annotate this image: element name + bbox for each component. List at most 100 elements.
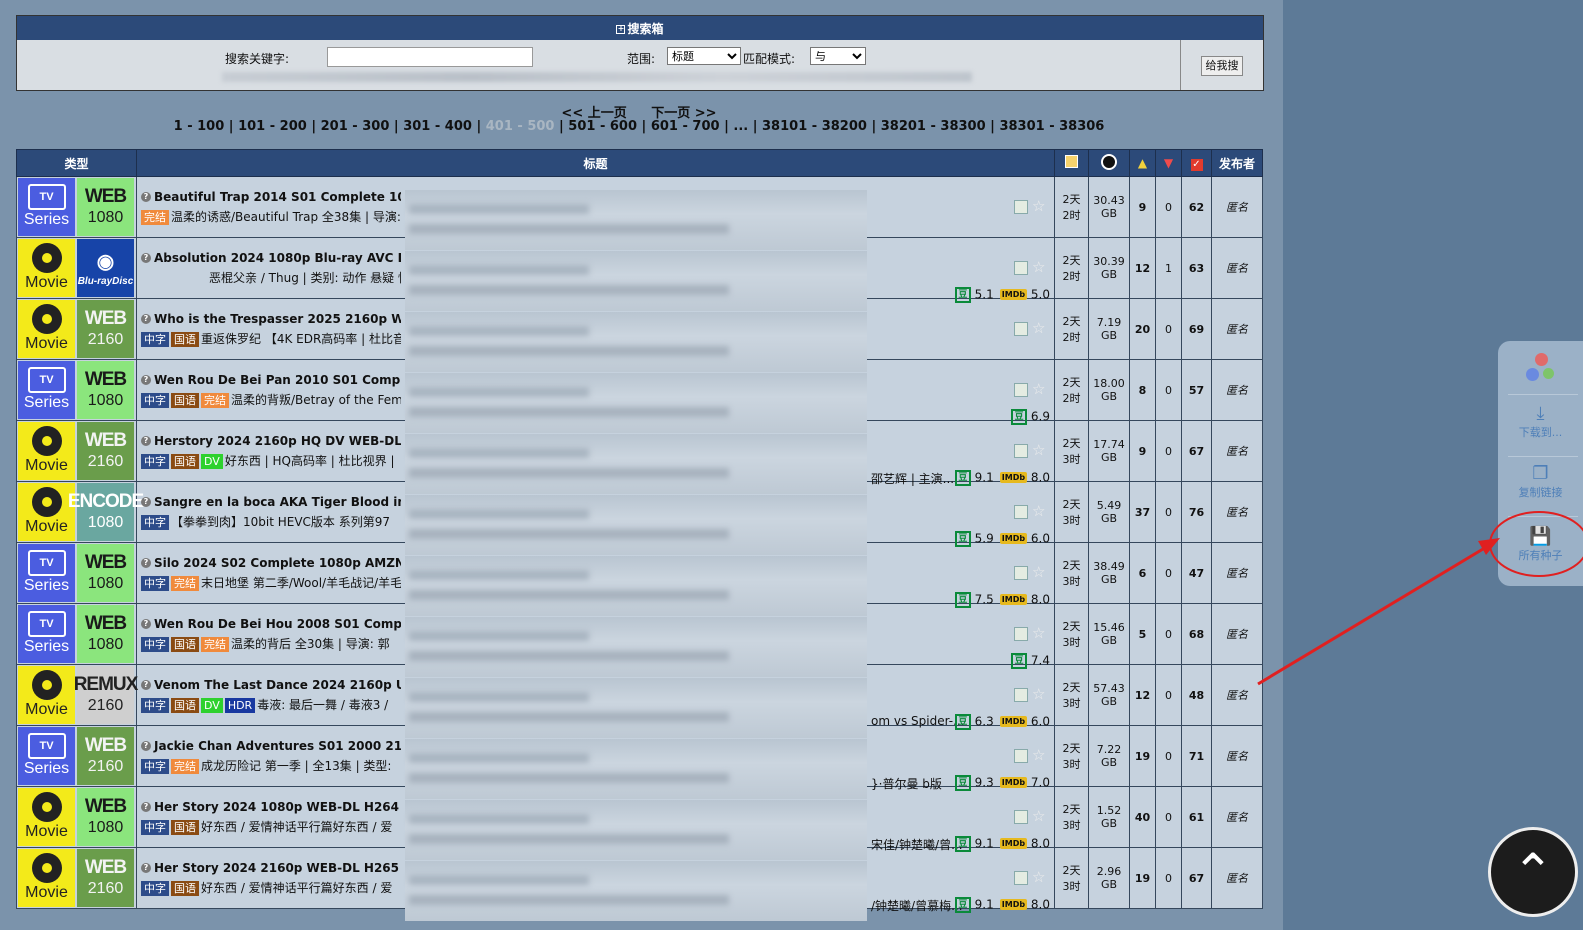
search-button[interactable]: 给我搜 xyxy=(1201,56,1243,76)
info-icon[interactable]: ? xyxy=(141,253,151,263)
leechers-cell[interactable]: 0 xyxy=(1155,481,1182,543)
movie-icon[interactable]: Movie xyxy=(18,849,75,907)
star-icon[interactable]: ☆ xyxy=(1032,868,1045,886)
torrent-title-link[interactable]: Wen Rou De Bei Hou 2008 S01 Complete 1 xyxy=(154,617,401,631)
completed-cell[interactable]: 76 xyxy=(1181,481,1212,543)
douban-icon[interactable]: 豆 xyxy=(954,713,971,730)
seeders-cell[interactable]: 20 xyxy=(1129,298,1156,360)
completed-cell[interactable]: 62 xyxy=(1181,176,1212,238)
page-link[interactable]: 38301 - 38306 xyxy=(999,119,1104,134)
header-time[interactable] xyxy=(1054,149,1089,177)
header-leechers[interactable]: ▼ xyxy=(1155,149,1182,177)
imdb-icon[interactable]: IMDb xyxy=(999,838,1028,849)
seeders-cell[interactable]: 40 xyxy=(1129,786,1156,848)
imdb-icon[interactable]: IMDb xyxy=(999,533,1028,544)
movie-icon[interactable]: Movie xyxy=(18,422,75,480)
copy-link-button[interactable]: ❐ 复制链接 xyxy=(1498,463,1583,500)
seeders-cell[interactable]: 9 xyxy=(1129,176,1156,238)
douban-icon[interactable]: 豆 xyxy=(1011,652,1028,669)
download-icon[interactable] xyxy=(1014,443,1028,458)
movie-icon[interactable]: Movie xyxy=(18,666,75,724)
imdb-icon[interactable]: IMDb xyxy=(999,472,1028,483)
completed-cell[interactable]: 61 xyxy=(1181,786,1212,848)
seeders-cell[interactable]: 5 xyxy=(1129,603,1156,665)
download-icon[interactable] xyxy=(1014,748,1028,763)
info-icon[interactable]: ? xyxy=(141,436,151,446)
leechers-cell[interactable]: 0 xyxy=(1155,847,1182,909)
info-icon[interactable]: ? xyxy=(141,375,151,385)
torrent-title-link[interactable]: Silo 2024 S02 Complete 1080p AMZN WEB xyxy=(154,556,401,570)
star-icon[interactable]: ☆ xyxy=(1032,197,1045,215)
completed-cell[interactable]: 47 xyxy=(1181,542,1212,604)
download-to-button[interactable]: ⤓ 下载到... xyxy=(1498,403,1583,440)
star-icon[interactable]: ☆ xyxy=(1032,685,1045,703)
page-link[interactable]: 1 - 100 xyxy=(174,119,225,134)
download-icon[interactable] xyxy=(1014,199,1028,214)
movie-icon[interactable]: Movie xyxy=(18,300,75,358)
header-completed[interactable]: ✓ xyxy=(1181,149,1212,177)
leechers-cell[interactable]: 0 xyxy=(1155,542,1182,604)
info-icon[interactable]: ? xyxy=(141,192,151,202)
imdb-icon[interactable]: IMDb xyxy=(999,777,1028,788)
leechers-cell[interactable]: 0 xyxy=(1155,420,1182,482)
seeders-cell[interactable]: 12 xyxy=(1129,664,1156,726)
torrent-title-link[interactable]: Venom The Last Dance 2024 2160p UHD B xyxy=(154,678,401,692)
tv-series-icon[interactable]: TV Series xyxy=(18,178,75,236)
torrent-title-link[interactable]: Who is the Trespasser 2025 2160p WEB-D xyxy=(154,312,401,326)
download-icon[interactable] xyxy=(1014,626,1028,641)
leechers-cell[interactable]: 1 xyxy=(1155,237,1182,299)
page-link[interactable]: 301 - 400 xyxy=(403,119,472,134)
page-link[interactable]: 501 - 600 xyxy=(568,119,637,134)
imdb-icon[interactable]: IMDb xyxy=(999,289,1028,300)
torrent-title-link[interactable]: Her Story 2024 1080p WEB-DL H264 AAC- xyxy=(154,800,401,814)
tv-series-icon[interactable]: TV Series xyxy=(18,727,75,785)
douban-icon[interactable]: 豆 xyxy=(954,774,971,791)
completed-cell[interactable]: 63 xyxy=(1181,237,1212,299)
star-icon[interactable]: ☆ xyxy=(1032,624,1045,642)
torrent-title-link[interactable]: Jackie Chan Adventures S01 2000 2160p W xyxy=(154,739,401,753)
header-size[interactable] xyxy=(1088,149,1130,177)
completed-cell[interactable]: 48 xyxy=(1181,664,1212,726)
torrent-title-link[interactable]: Sangre en la boca AKA Tiger Blood in the… xyxy=(154,495,401,509)
completed-cell[interactable]: 71 xyxy=(1181,725,1212,787)
match-select[interactable]: 与 xyxy=(810,47,866,65)
header-title[interactable]: 标题 xyxy=(136,149,1055,177)
torrent-title-link[interactable]: Herstory 2024 2160p HQ DV WEB-DL HEV xyxy=(154,434,401,448)
torrent-title-link[interactable]: Beautiful Trap 2014 S01 Complete 1080p xyxy=(154,190,401,204)
header-seeders[interactable]: ▲ xyxy=(1129,149,1156,177)
completed-cell[interactable]: 67 xyxy=(1181,420,1212,482)
completed-cell[interactable]: 69 xyxy=(1181,298,1212,360)
leechers-cell[interactable]: 0 xyxy=(1155,603,1182,665)
douban-icon[interactable]: 豆 xyxy=(954,835,971,852)
download-icon[interactable] xyxy=(1014,565,1028,580)
page-link[interactable]: 601 - 700 xyxy=(651,119,720,134)
download-icon[interactable] xyxy=(1014,321,1028,336)
douban-icon[interactable]: 豆 xyxy=(954,896,971,913)
leechers-cell[interactable]: 0 xyxy=(1155,786,1182,848)
header-publisher[interactable]: 发布者 xyxy=(1211,149,1263,177)
scroll-to-top-button[interactable]: ⌃ xyxy=(1488,827,1578,917)
info-icon[interactable]: ? xyxy=(141,802,151,812)
movie-icon[interactable]: Movie xyxy=(18,788,75,846)
douban-icon[interactable]: 豆 xyxy=(954,530,971,547)
page-link[interactable]: 401 - 500 xyxy=(486,119,555,134)
completed-cell[interactable]: 68 xyxy=(1181,603,1212,665)
completed-cell[interactable]: 57 xyxy=(1181,359,1212,421)
movie-icon[interactable]: Movie xyxy=(18,239,75,297)
expand-icon[interactable]: + xyxy=(616,25,626,34)
extension-logo[interactable] xyxy=(1498,353,1583,386)
keyword-input[interactable] xyxy=(327,47,533,67)
star-icon[interactable]: ☆ xyxy=(1032,319,1045,337)
download-icon[interactable] xyxy=(1014,687,1028,702)
info-icon[interactable]: ? xyxy=(141,680,151,690)
douban-icon[interactable]: 豆 xyxy=(954,591,971,608)
seeders-cell[interactable]: 8 xyxy=(1129,359,1156,421)
torrent-title-link[interactable]: Absolution 2024 1080p Blu-ray AVC DTS-H xyxy=(154,251,401,265)
page-link[interactable]: 38201 - 38300 xyxy=(881,119,986,134)
page-link[interactable]: 38101 - 38200 xyxy=(762,119,867,134)
imdb-icon[interactable]: IMDb xyxy=(999,716,1028,727)
download-icon[interactable] xyxy=(1014,260,1028,275)
info-icon[interactable]: ? xyxy=(141,497,151,507)
star-icon[interactable]: ☆ xyxy=(1032,258,1045,276)
download-icon[interactable] xyxy=(1014,382,1028,397)
